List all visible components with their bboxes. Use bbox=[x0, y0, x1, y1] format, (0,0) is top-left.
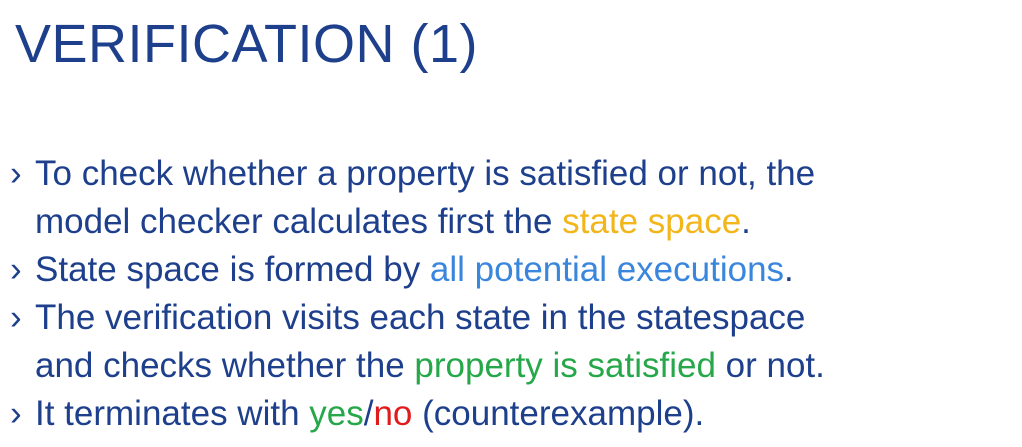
bullet-marker: › bbox=[10, 154, 22, 193]
bullet-verification: › The verification visits each state in … bbox=[10, 294, 1015, 390]
slide-title: VERIFICATION (1) bbox=[15, 14, 479, 74]
highlight-state-space: state space bbox=[562, 202, 742, 241]
highlight-property-satisfied: property is satisfied bbox=[414, 346, 716, 385]
highlight-yes: yes bbox=[309, 394, 364, 433]
bullet-marker: › bbox=[10, 298, 22, 337]
bullet-terminates: › It terminates with yes/no (counterexam… bbox=[10, 390, 1015, 438]
bullet-text: and checks whether the bbox=[35, 346, 415, 385]
bullet-text-line1: The verification visits each state in th… bbox=[35, 298, 806, 337]
bullet-text: or not. bbox=[715, 346, 825, 385]
bullet-text: model checker calculates first the bbox=[35, 202, 563, 241]
bullet-executions: › State space is formed by all potential… bbox=[10, 246, 1015, 294]
bullet-text: . bbox=[784, 250, 794, 289]
bullet-list: › To check whether a property is satisfi… bbox=[10, 150, 1015, 438]
bullet-text: It terminates with bbox=[35, 394, 310, 433]
bullet-state-space: › To check whether a property is satisfi… bbox=[10, 150, 1015, 246]
highlight-no: no bbox=[373, 394, 413, 433]
slash-separator: / bbox=[363, 394, 374, 433]
bullet-text: (counterexample). bbox=[412, 394, 705, 433]
highlight-executions: all potential executions bbox=[429, 250, 785, 289]
bullet-text-line1: To check whether a property is satisfied… bbox=[35, 154, 816, 193]
bullet-text: . bbox=[741, 202, 751, 241]
bullet-marker: › bbox=[10, 394, 22, 433]
bullet-marker: › bbox=[10, 250, 22, 289]
bullet-text: State space is formed by bbox=[35, 250, 430, 289]
